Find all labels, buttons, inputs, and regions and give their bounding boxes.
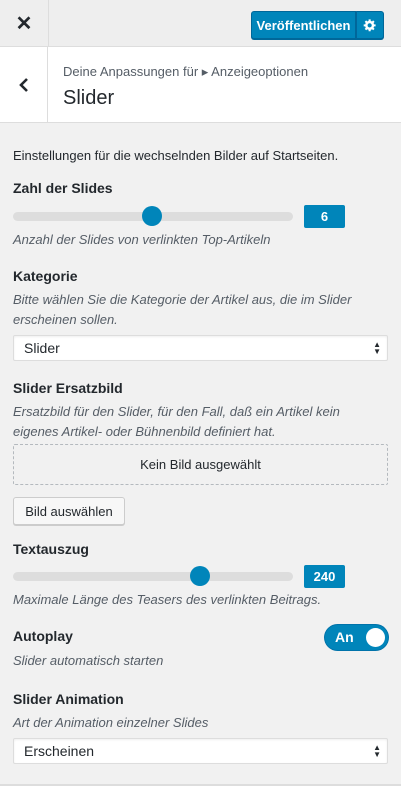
category-title: Kategorie: [13, 268, 78, 284]
customizer-header: ✕ Veröffentlichen: [0, 0, 401, 47]
slides-count-slider-handle[interactable]: [142, 206, 162, 226]
image-placeholder: Kein Bild ausgewählt: [13, 444, 388, 485]
chevron-left-icon: [18, 78, 28, 92]
autoplay-description: Slider automatisch starten: [13, 653, 164, 668]
category-select[interactable]: Slider ▲ ▼: [13, 335, 388, 361]
animation-select-value: Erscheinen: [24, 743, 95, 759]
excerpt-slider-handle[interactable]: [190, 566, 210, 586]
category-description-line2: erscheinen sollen.: [13, 312, 118, 327]
publish-settings-button[interactable]: [356, 11, 384, 39]
animation-select[interactable]: Erscheinen ▲ ▼: [13, 738, 388, 764]
slides-count-value[interactable]: 6: [304, 205, 345, 228]
section-title: Slider: [63, 87, 115, 109]
excerpt-title: Textauszug: [13, 541, 89, 557]
slides-count-slider[interactable]: [13, 206, 293, 226]
autoplay-toggle[interactable]: An: [325, 625, 388, 650]
close-icon: ✕: [15, 13, 33, 35]
excerpt-slider[interactable]: [13, 566, 293, 586]
category-description-line1: Bitte wählen Sie die Kategorie der Artik…: [13, 292, 352, 307]
fallback-image-description-line2: eigenes Artikel- oder Bühnenbild definie…: [13, 424, 276, 439]
fallback-image-title: Slider Ersatzbild: [13, 380, 123, 396]
select-arrows-icon: ▲ ▼: [373, 743, 381, 759]
category-select-value: Slider: [24, 340, 60, 356]
slides-count-title: Zahl der Slides: [13, 180, 113, 196]
select-image-button[interactable]: Bild auswählen: [13, 497, 125, 525]
autoplay-title: Autoplay: [13, 628, 73, 644]
autoplay-toggle-label: An: [335, 629, 354, 645]
animation-description: Art der Animation einzelner Slides: [13, 715, 209, 730]
controls-panel: Einstellungen für die wechselnden Bilder…: [0, 124, 401, 786]
animation-title: Slider Animation: [13, 691, 124, 707]
excerpt-value[interactable]: 240: [304, 565, 345, 588]
back-button[interactable]: [0, 47, 48, 123]
gear-icon: [363, 19, 376, 32]
select-arrows-icon: ▲ ▼: [373, 340, 381, 356]
slides-count-description: Anzahl der Slides von verlinkten Top-Art…: [13, 232, 271, 247]
publish-button[interactable]: Veröffentlichen: [251, 11, 356, 39]
excerpt-description: Maximale Länge des Teasers des verlinkte…: [13, 592, 322, 607]
section-header: Deine Anpassungen für ▸ Anzeigeoptionen …: [0, 47, 401, 123]
section-description: Einstellungen für die wechselnden Bilder…: [13, 148, 339, 163]
breadcrumb: Deine Anpassungen für ▸ Anzeigeoptionen: [63, 64, 309, 79]
toggle-knob: [366, 628, 385, 647]
close-button[interactable]: ✕: [0, 0, 49, 47]
fallback-image-description-line1: Ersatzbild für den Slider, für den Fall,…: [13, 404, 340, 419]
